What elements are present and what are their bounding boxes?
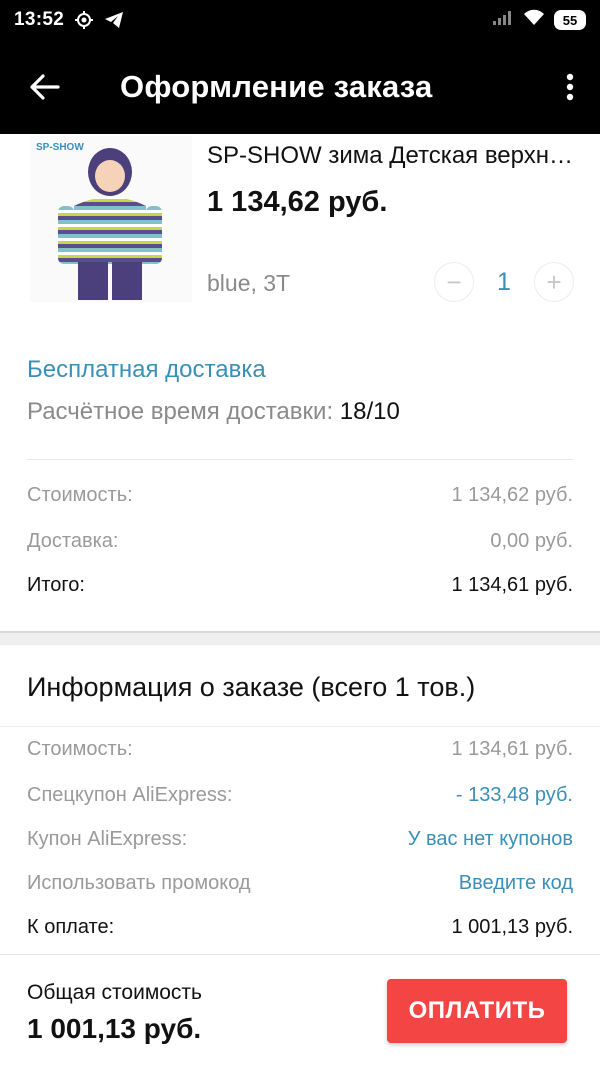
telegram-icon [104, 11, 124, 29]
checkout-footer: Общая стоимость 1 001,13 руб. ОПЛАТИТЬ [0, 954, 600, 1066]
wifi-icon [522, 9, 546, 32]
promo-code-label: Использовать промокод [27, 872, 251, 894]
item-total-value: 1 134,61 руб. [451, 574, 573, 596]
delivery-eta: Расчётное время доставки: 18/10 [27, 398, 400, 426]
to-pay-value: 1 001,13 руб. [451, 916, 573, 938]
status-time: 13:52 [14, 9, 65, 30]
special-coupon-value[interactable]: - 133,48 руб. [456, 784, 573, 807]
footer-total-value: 1 001,13 руб. [27, 1013, 202, 1044]
back-button[interactable] [0, 40, 90, 134]
settings-gear-icon [74, 10, 94, 30]
product-name[interactable]: SP-SHOW зима Детская верхняя одежда [207, 142, 577, 170]
item-cost-value: 1 134,62 руб. [451, 484, 573, 506]
shipping-method-link[interactable]: Бесплатная доставка [27, 356, 266, 384]
section-separator [0, 631, 600, 645]
order-cost-value: 1 134,61 руб. [451, 738, 573, 760]
divider [27, 459, 573, 460]
to-pay-row: К оплате: 1 001,13 руб. [27, 916, 573, 939]
product-image[interactable]: SP-SHOW [30, 136, 192, 302]
product-card: SP-SHOW SP-SHOW зима Детская верхняя оде… [0, 134, 600, 309]
footer-total-label: Общая стоимость [27, 981, 202, 1004]
item-cost-label: Стоимость: [27, 484, 133, 506]
order-cost-row: Стоимость: 1 134,61 руб. [27, 738, 573, 761]
quantity-stepper: − 1 + [434, 262, 574, 302]
item-delivery-label: Доставка: [27, 530, 119, 552]
to-pay-label: К оплате: [27, 916, 115, 938]
status-bar: 13:52 55 [0, 0, 600, 40]
page-title: Оформление заказа [120, 69, 433, 104]
item-total-label: Итого: [27, 574, 85, 596]
order-info-title: Информация о заказе (всего 1 тов.) [27, 672, 476, 702]
promo-code-row[interactable]: Использовать промокод Введите код [27, 872, 573, 895]
item-cost-row: Стоимость: 1 134,62 руб. [27, 484, 573, 507]
battery-icon: 55 [554, 10, 586, 30]
item-total-row: Итого: 1 134,61 руб. [27, 574, 573, 597]
coupon-label: Купон AliExpress: [27, 828, 188, 850]
decrease-quantity-button[interactable]: − [434, 262, 474, 302]
increase-quantity-button[interactable]: + [534, 262, 574, 302]
coupon-row[interactable]: Купон AliExpress: У вас нет купонов [27, 828, 573, 851]
coupon-value[interactable]: У вас нет купонов [408, 828, 573, 851]
special-coupon-label: Спецкупон AliExpress: [27, 784, 233, 806]
quantity-value[interactable]: 1 [474, 268, 534, 297]
delivery-eta-value: 18/10 [339, 398, 400, 425]
more-options-button[interactable] [540, 40, 600, 134]
app-bar: Оформление заказа [0, 40, 600, 134]
product-price: 1 134,62 руб. [207, 186, 388, 218]
product-variant[interactable]: blue, 3T [207, 270, 290, 297]
special-coupon-row[interactable]: Спецкупон AliExpress: - 133,48 руб. [27, 784, 573, 807]
more-vertical-icon [566, 73, 574, 101]
arrow-left-icon [30, 74, 60, 100]
order-cost-label: Стоимость: [27, 738, 133, 760]
divider [0, 726, 600, 727]
pay-button[interactable]: ОПЛАТИТЬ [387, 979, 567, 1043]
delivery-eta-label: Расчётное время доставки: [27, 398, 334, 425]
signal-icon [492, 10, 514, 31]
promo-code-input-link[interactable]: Введите код [459, 872, 573, 895]
item-delivery-row: Доставка: 0,00 руб. [27, 530, 573, 553]
svg-text:SP-SHOW: SP-SHOW [36, 142, 84, 153]
item-delivery-value: 0,00 руб. [490, 530, 573, 552]
